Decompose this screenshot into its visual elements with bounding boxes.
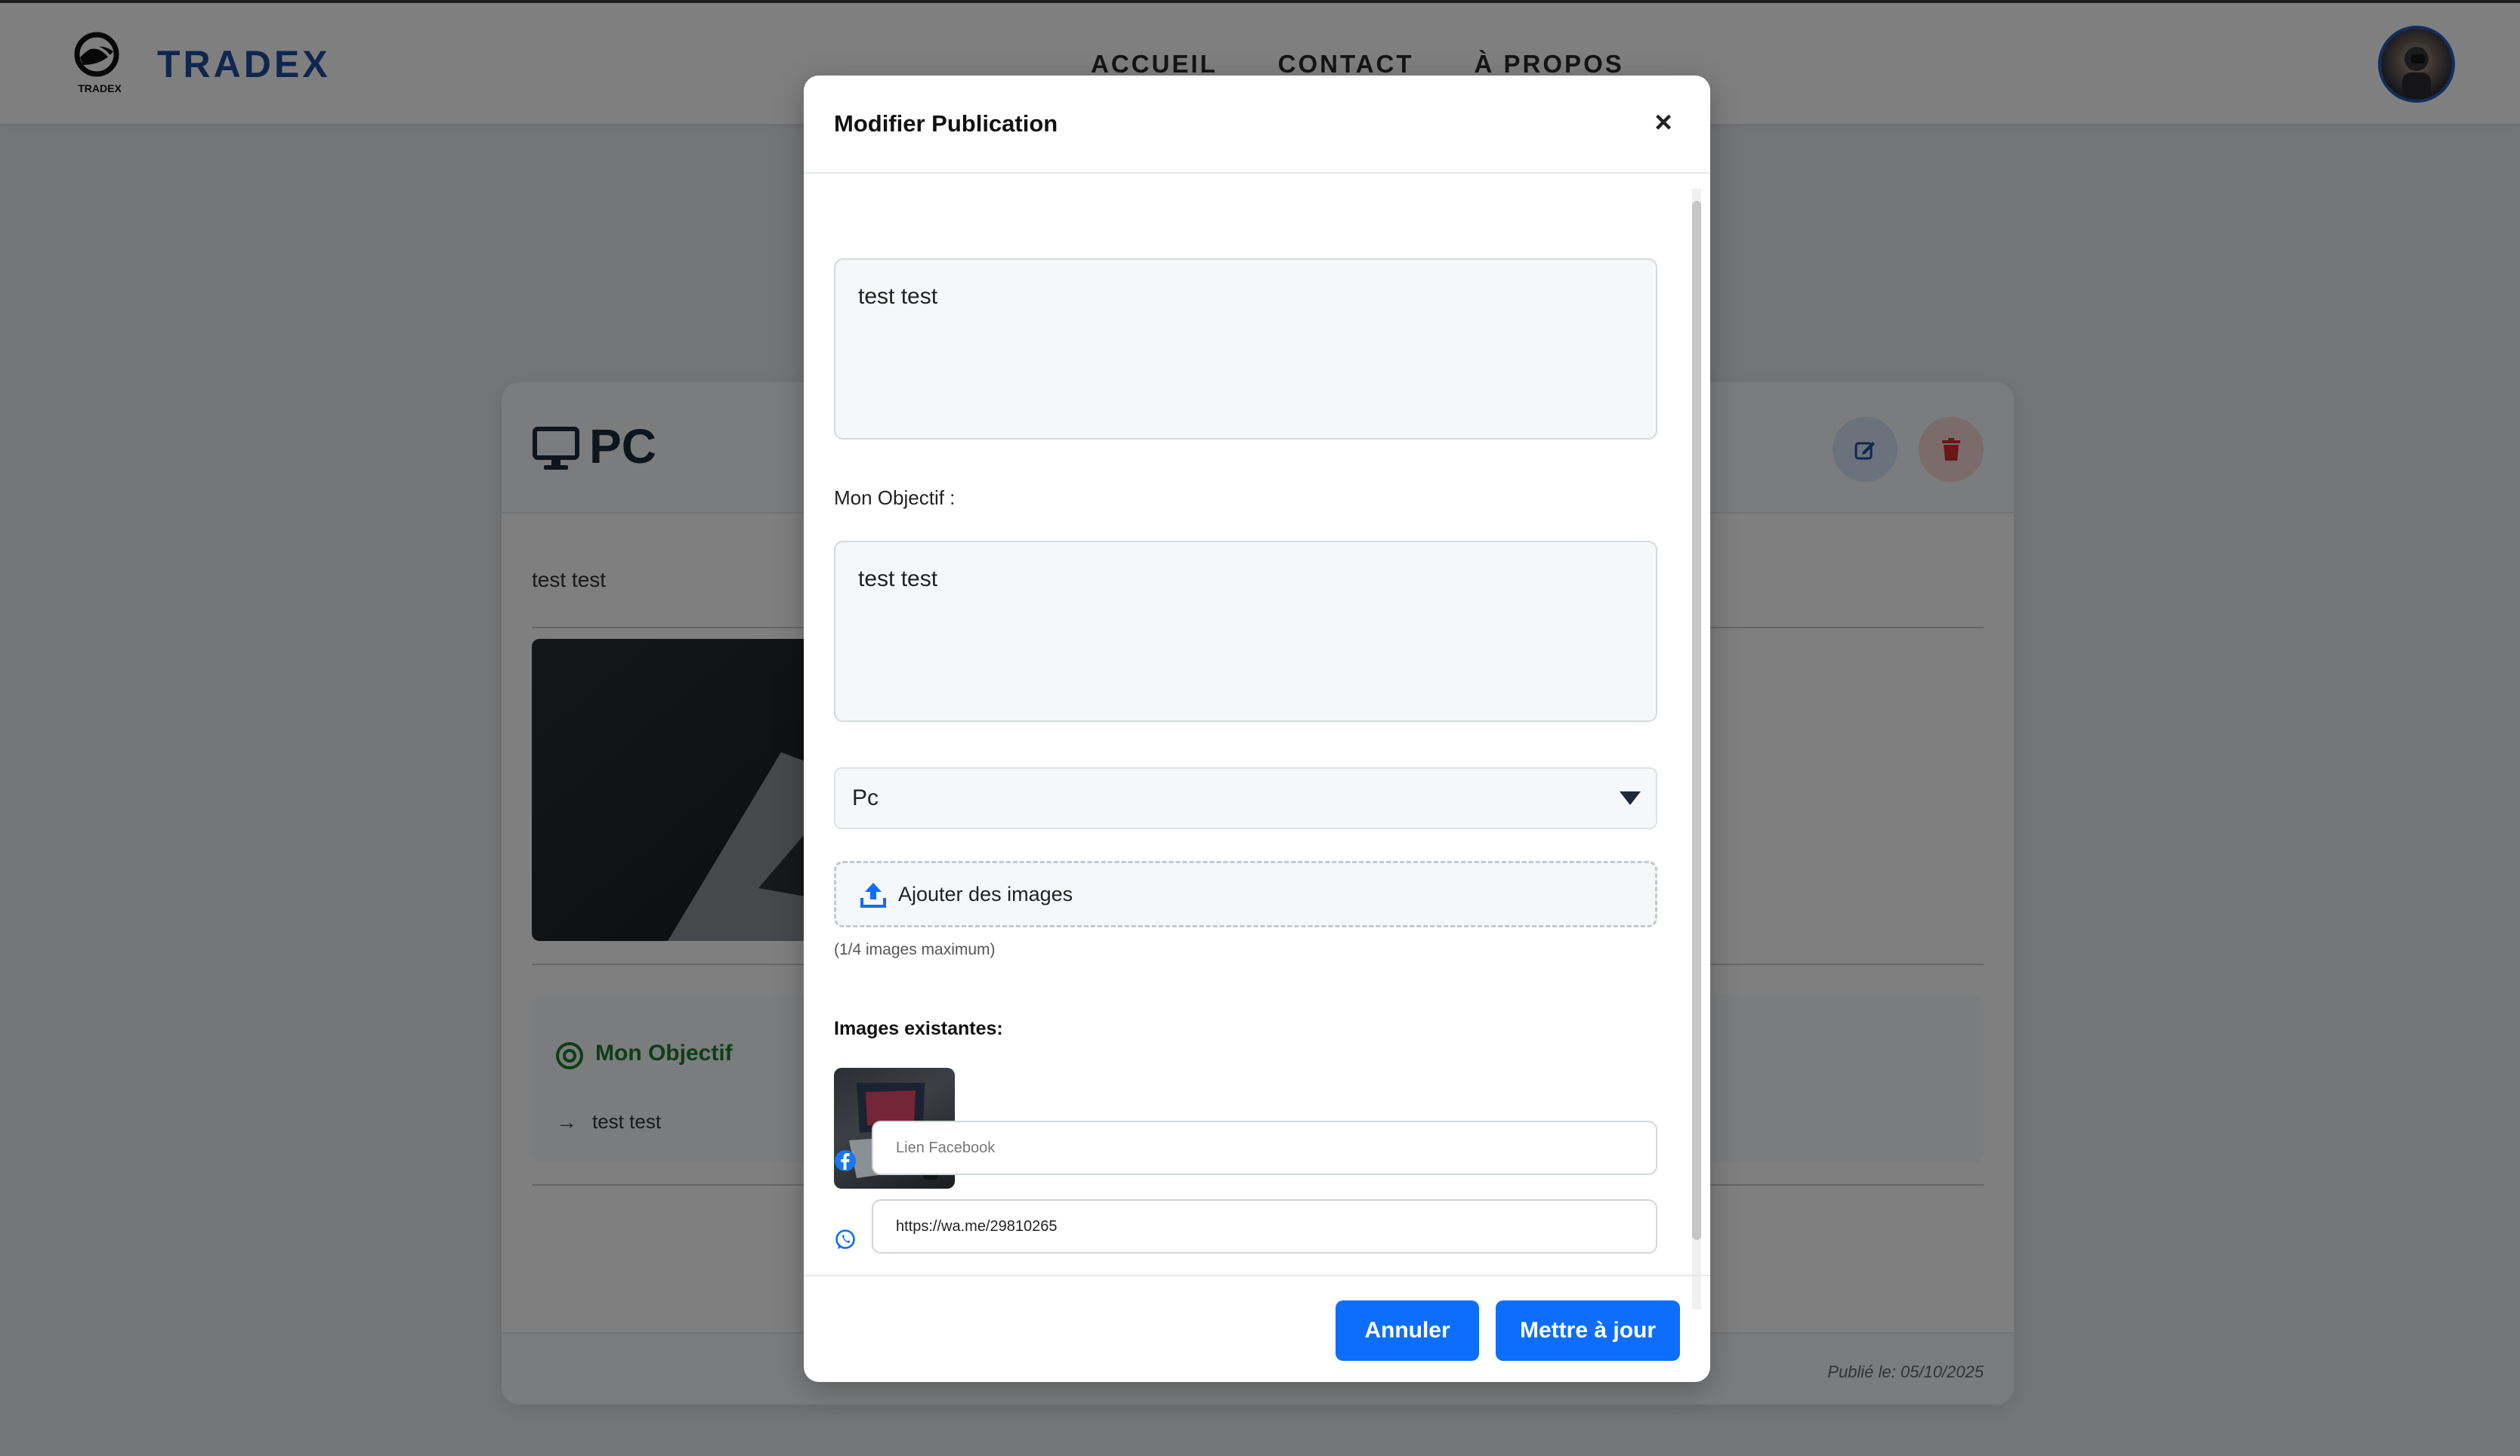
whatsapp-link-input[interactable]: [872, 1199, 1657, 1254]
modal-title: Modifier Publication: [834, 110, 1058, 137]
facebook-link-input[interactable]: [872, 1121, 1657, 1175]
modal-footer: Annuler Mettre à jour: [804, 1275, 1710, 1382]
scrollbar-thumb[interactable]: [1692, 201, 1701, 1240]
objective-textarea[interactable]: test test: [834, 541, 1657, 722]
category-selected-value: Pc: [852, 785, 879, 810]
close-icon[interactable]: ×: [1647, 106, 1680, 139]
upload-images-button[interactable]: Ajouter des images: [834, 861, 1657, 927]
upload-label: Ajouter des images: [898, 883, 1073, 905]
cancel-button[interactable]: Annuler: [1336, 1300, 1479, 1361]
upload-icon: [860, 883, 886, 908]
chevron-down-icon: [1620, 791, 1641, 805]
existing-images-label: Images existantes:: [834, 1018, 1003, 1039]
upload-hint: (1/4 images maximum): [834, 941, 996, 958]
modal-header: Modifier Publication ×: [804, 76, 1710, 174]
category-select[interactable]: Pc: [834, 767, 1657, 829]
whatsapp-icon: [835, 1229, 855, 1249]
update-button[interactable]: Mettre à jour: [1496, 1300, 1680, 1361]
modal-body[interactable]: test test Mon Objectif : test test Pc Aj…: [804, 175, 1710, 1350]
objective-label: Mon Objectif :: [834, 486, 956, 509]
edit-publication-modal: Modifier Publication × test test Mon Obj…: [804, 76, 1710, 1382]
modal-scrollbar[interactable]: [1692, 189, 1701, 1309]
facebook-icon: [835, 1150, 856, 1171]
description-textarea[interactable]: test test: [834, 258, 1657, 440]
